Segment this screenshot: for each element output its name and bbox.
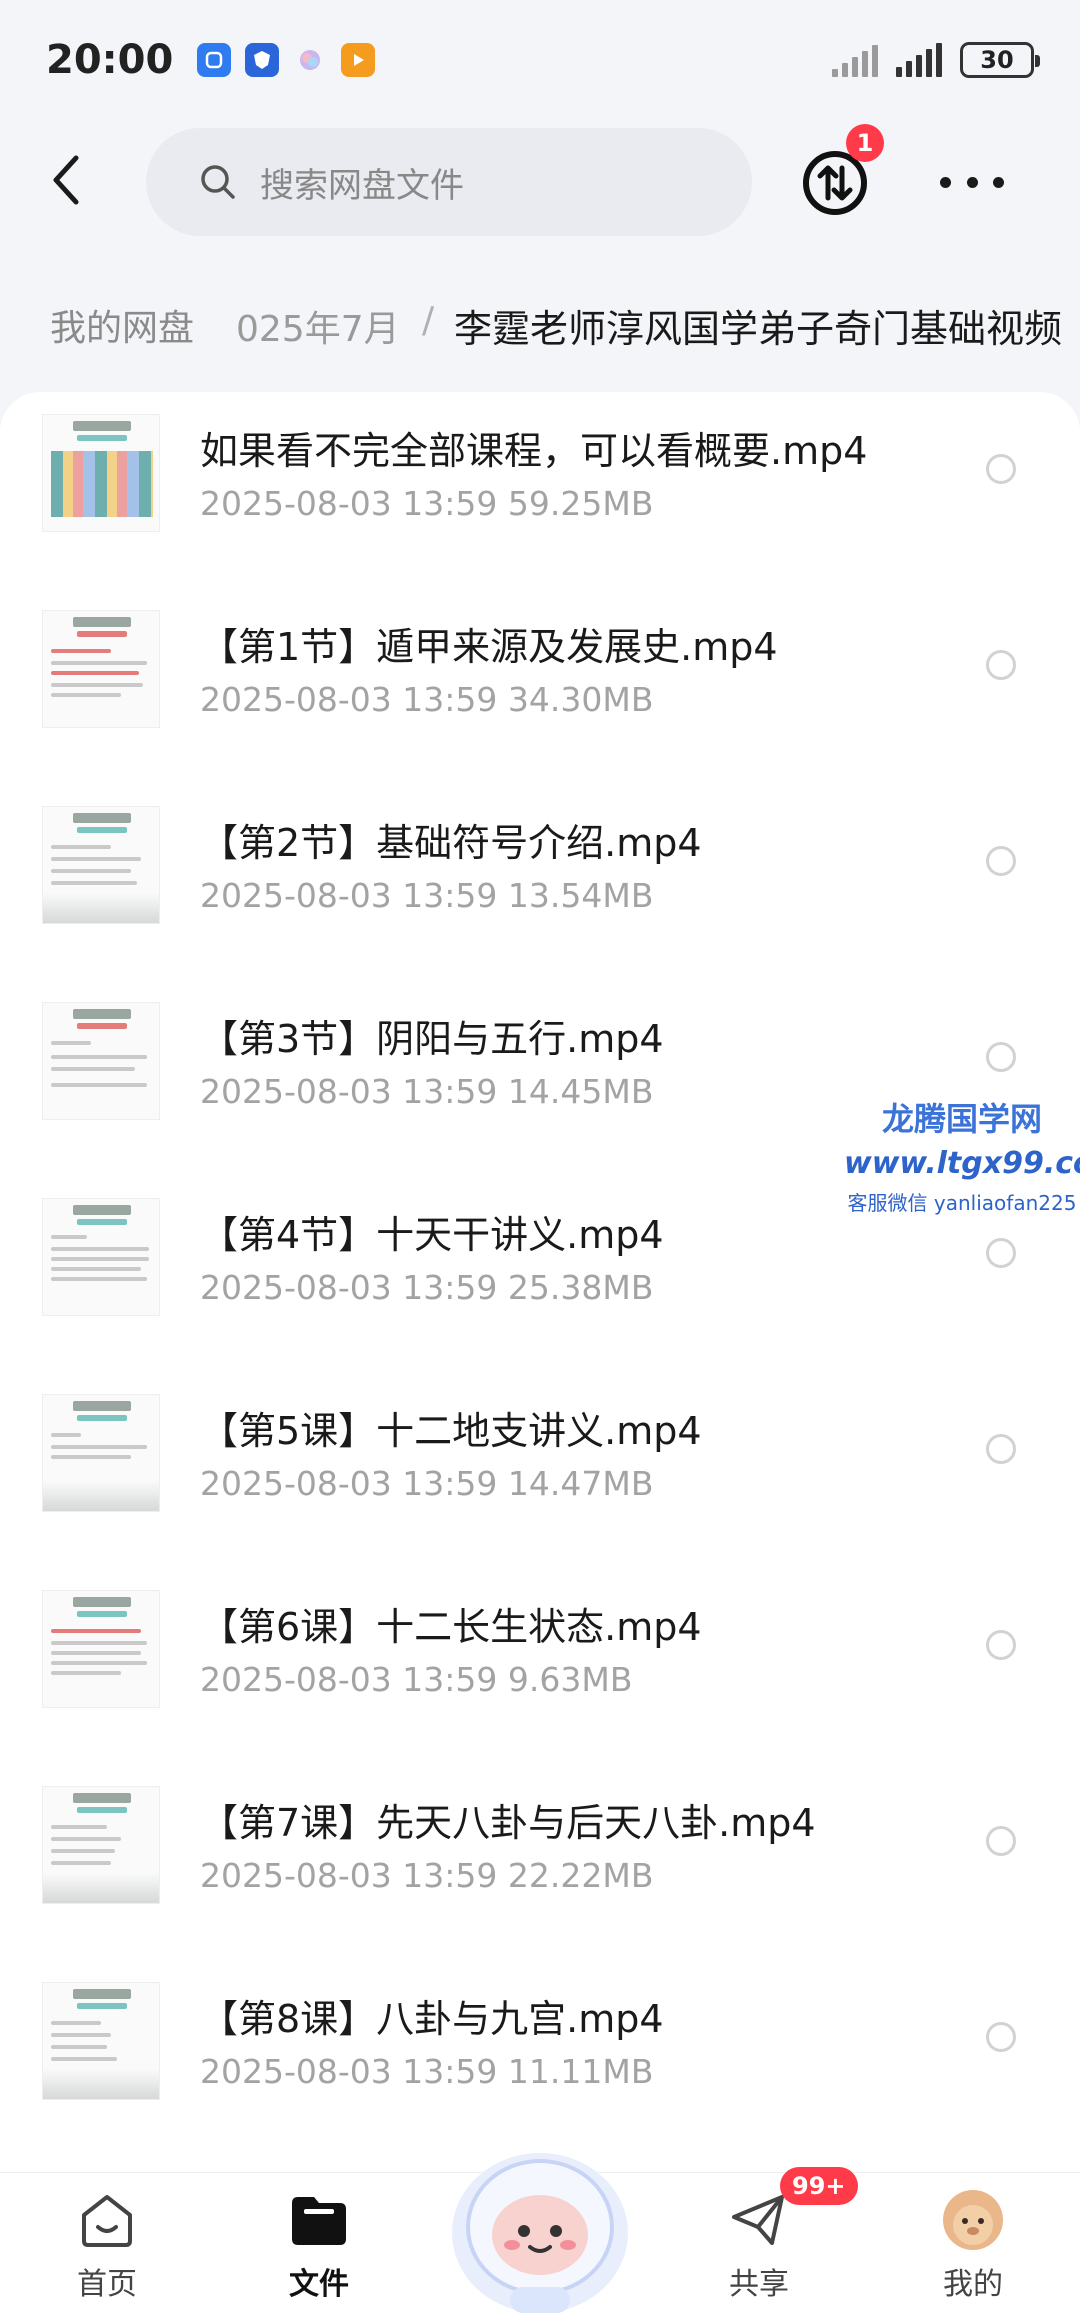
file-meta: 2025-08-03 13:59 34.30MB <box>200 680 654 719</box>
file-meta: 2025-08-03 13:59 14.45MB <box>200 1072 654 1111</box>
status-indicators: 30 <box>832 42 1040 78</box>
battery-icon: 30 <box>960 42 1040 78</box>
signal-icon <box>896 43 942 77</box>
breadcrumb-current: 李霆老师淳风国学弟子奇门基础视频 <box>454 307 1063 351</box>
select-radio[interactable] <box>986 846 1016 876</box>
video-thumbnail <box>42 1982 160 2100</box>
video-thumbnail <box>42 610 160 728</box>
select-radio[interactable] <box>986 1238 1016 1268</box>
chat-app-icon <box>197 43 232 77</box>
search-placeholder: 搜索网盘文件 <box>260 165 464 206</box>
avatar <box>943 2190 1003 2250</box>
file-meta: 2025-08-03 13:59 59.25MB <box>200 484 654 523</box>
battery-level: 30 <box>980 46 1014 74</box>
home-icon <box>82 2195 132 2247</box>
file-meta: 2025-08-03 13:59 13.54MB <box>200 876 654 915</box>
paper-plane-icon <box>732 2195 784 2245</box>
file-meta: 2025-08-03 13:59 11.11MB <box>200 2052 654 2091</box>
video-thumbnail <box>42 1394 160 1512</box>
chevron-left-icon <box>53 155 79 205</box>
dot <box>993 176 1004 188</box>
video-thumbnail <box>42 1590 160 1708</box>
list-item[interactable]: 【第2节】基础符号介绍.mp4 2025-08-03 13:59 13.54MB <box>0 784 1080 980</box>
select-radio[interactable] <box>986 650 1016 680</box>
file-name: 【第1节】遁甲来源及发展史.mp4 <box>200 625 778 669</box>
video-thumbnail <box>42 1002 160 1120</box>
search-input[interactable]: 搜索网盘文件 <box>146 128 752 236</box>
file-name: 【第7课】先天八卦与后天八卦.mp4 <box>200 1801 816 1845</box>
share-badge: 99+ <box>780 2167 858 2205</box>
select-radio[interactable] <box>986 1630 1016 1660</box>
select-radio[interactable] <box>986 454 1016 484</box>
select-radio[interactable] <box>986 1042 1016 1072</box>
file-meta: 2025-08-03 13:59 25.38MB <box>200 1268 654 1307</box>
list-item[interactable]: 【第1节】遁甲来源及发展史.mp4 2025-08-03 13:59 34.30… <box>0 588 1080 784</box>
video-app-icon <box>341 43 376 77</box>
nav-mine[interactable]: 我的 <box>908 2187 1038 2317</box>
breadcrumb-root[interactable]: 我的网盘 <box>20 286 225 364</box>
back-button[interactable] <box>36 150 96 210</box>
watermark-title: 龙腾国学网 <box>881 1100 1042 1138</box>
breadcrumb-parent[interactable]: 025年7月 <box>236 300 400 352</box>
file-name: 【第4节】十天干讲义.mp4 <box>200 1213 664 1257</box>
list-item[interactable]: 【第6课】十二长生状态.mp4 2025-08-03 13:59 9.63MB <box>0 1568 1080 1764</box>
list-item[interactable]: 【第5课】十二地支讲义.mp4 2025-08-03 13:59 14.47MB <box>0 1372 1080 1568</box>
bottom-nav: 首页 文件 共享 99+ 我的 <box>0 2153 1080 2324</box>
nav-files-label: 文件 <box>289 2267 349 2302</box>
select-radio[interactable] <box>986 1826 1016 1856</box>
nav-home[interactable]: 首页 <box>42 2187 172 2317</box>
file-name: 【第5课】十二地支讲义.mp4 <box>200 1409 702 1453</box>
folder-icon <box>292 2197 346 2245</box>
file-meta: 2025-08-03 13:59 9.63MB <box>200 1660 633 1699</box>
file-name: 【第2节】基础符号介绍.mp4 <box>200 821 702 865</box>
file-name: 【第6课】十二长生状态.mp4 <box>200 1605 702 1649</box>
file-name: 如果看不完全部课程，可以看概要.mp4 <box>200 429 868 473</box>
dot <box>966 176 978 188</box>
nav-home-label: 首页 <box>77 2267 137 2302</box>
search-icon <box>201 165 235 199</box>
dot <box>940 176 951 188</box>
list-item[interactable]: 如果看不完全部课程，可以看概要.mp4 2025-08-03 13:59 59.… <box>0 392 1080 588</box>
shield-app-icon <box>245 43 280 77</box>
status-time: 20:00 <box>46 37 174 83</box>
breadcrumb-separator: / <box>422 300 435 341</box>
video-thumbnail <box>42 1198 160 1316</box>
video-thumbnail <box>42 414 160 532</box>
breadcrumb: 我的网盘 025年7月 / 李霆老师淳风国学弟子奇门基础视频 <box>0 270 1080 380</box>
nav-files[interactable]: 文件 <box>254 2187 384 2317</box>
file-list: 如果看不完全部课程，可以看概要.mp4 2025-08-03 13:59 59.… <box>0 392 1080 2172</box>
watermark-contact: 客服微信 yanliaofan225 <box>847 1191 1077 1215</box>
list-item[interactable]: 【第7课】先天八卦与后天八卦.mp4 2025-08-03 13:59 22.2… <box>0 1764 1080 1960</box>
colorful-app-icon <box>293 43 327 77</box>
nav-share[interactable]: 共享 <box>694 2187 824 2317</box>
nav-mine-label: 我的 <box>943 2267 1003 2302</box>
status-bar: 20:00 30 <box>0 0 1080 120</box>
mascot-icon <box>452 2153 628 2313</box>
more-options-button[interactable] <box>940 162 1004 202</box>
transfer-badge: 1 <box>846 124 884 162</box>
video-thumbnail <box>42 806 160 924</box>
select-radio[interactable] <box>986 2022 1016 2052</box>
video-thumbnail <box>42 1786 160 1904</box>
file-meta: 2025-08-03 13:59 22.22MB <box>200 1856 654 1895</box>
top-bar: 搜索网盘文件 1 <box>0 120 1080 245</box>
file-meta: 2025-08-03 13:59 14.47MB <box>200 1464 654 1503</box>
assistant-mascot-button[interactable] <box>432 2123 648 2319</box>
watermark-url: www.ltgx99.com <box>844 1146 1080 1181</box>
watermark: 龙腾国学网 www.ltgx99.com 客服微信 yanliaofan225 <box>844 1094 1080 1216</box>
file-name: 【第8课】八卦与九宫.mp4 <box>200 1997 664 2041</box>
file-name: 【第3节】阴阳与五行.mp4 <box>200 1017 664 1061</box>
select-radio[interactable] <box>986 1434 1016 1464</box>
signal-icon <box>832 43 878 77</box>
nav-share-label: 共享 <box>729 2267 789 2302</box>
status-app-icons <box>197 43 376 77</box>
